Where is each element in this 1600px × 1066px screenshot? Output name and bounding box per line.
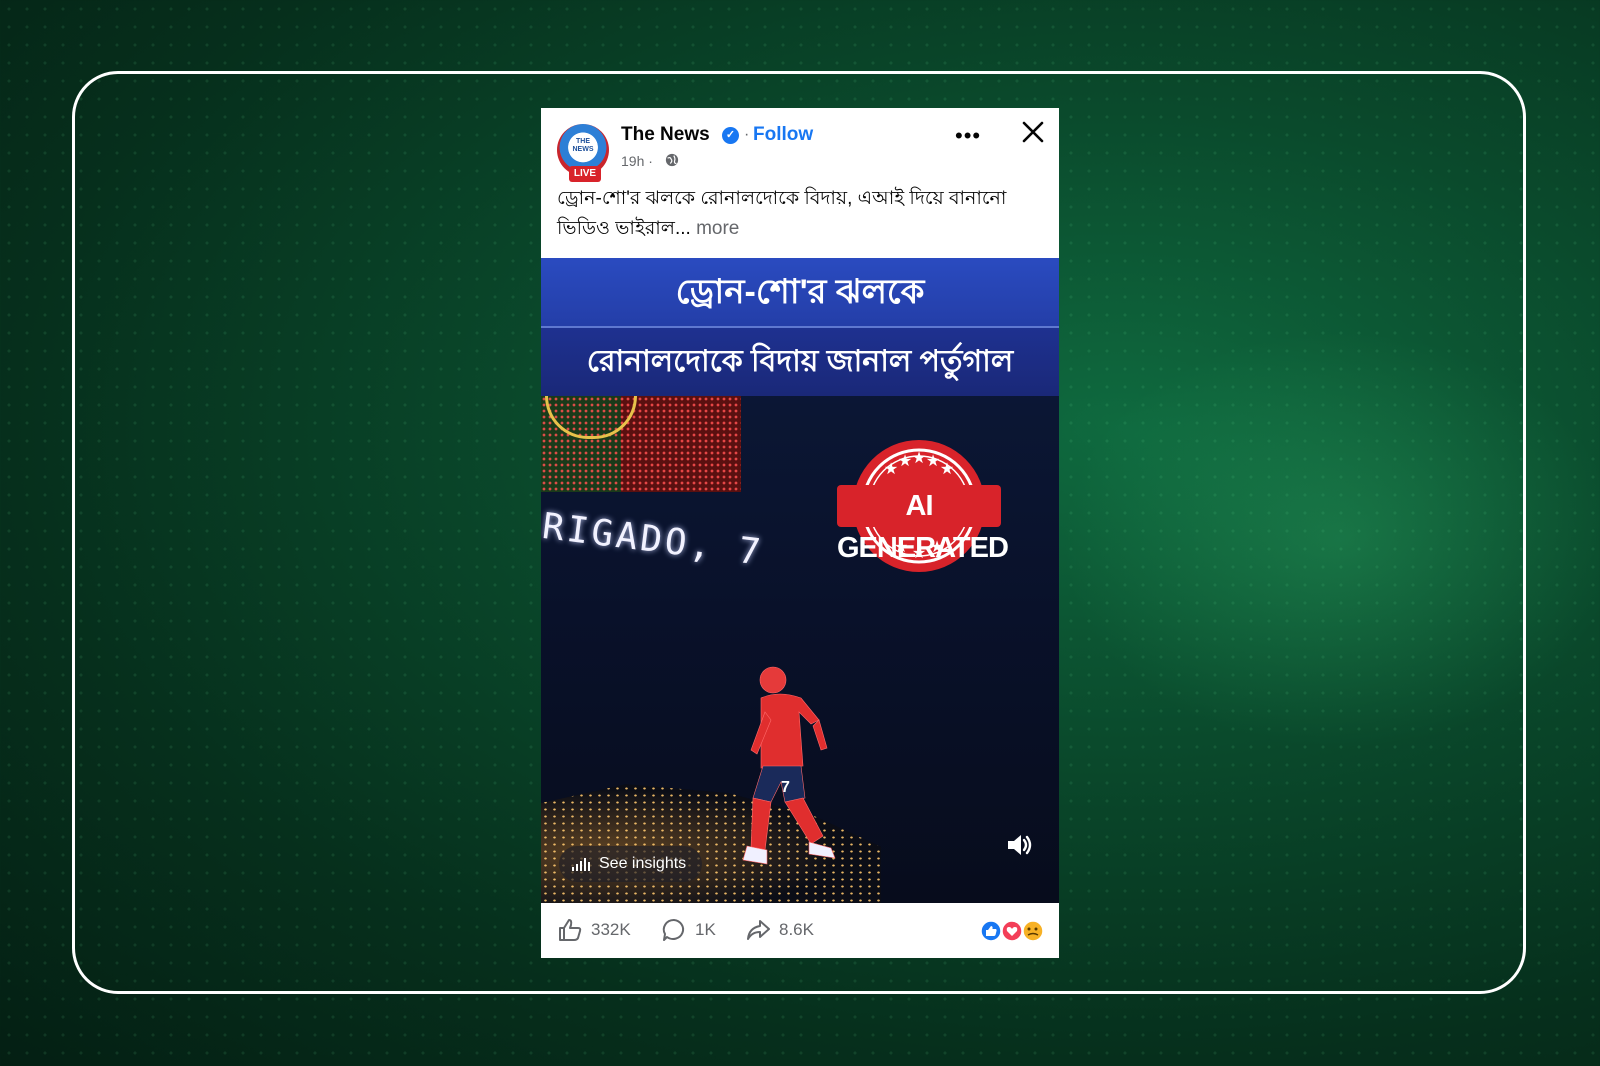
separator: ·	[744, 126, 750, 143]
svg-text:★: ★	[940, 459, 954, 478]
close-icon[interactable]	[1021, 120, 1045, 144]
reactions-icon[interactable]	[979, 920, 1045, 942]
avatar-logo-text: THE NEWS	[572, 138, 594, 153]
comment-icon	[662, 918, 685, 941]
svg-text:★: ★	[912, 448, 926, 467]
video-player[interactable]: ড্রোন-শো'র ঝলকে রোনালদোকে বিদায় জানাল প…	[541, 258, 1059, 903]
stamp-label: AI GENERATED	[837, 485, 1009, 564]
like-button[interactable]: 332K	[557, 917, 631, 943]
caption-text: ড্রোন-শো'র ঝলকে রোনালদোকে বিদায়, এআই দি…	[557, 188, 1007, 239]
share-count: 8.6K	[779, 920, 814, 939]
svg-text:★: ★	[926, 451, 940, 470]
svg-text:★: ★	[884, 459, 898, 478]
live-badge: LIVE	[569, 166, 601, 182]
drone-player-figure: 7	[742, 666, 836, 865]
like-icon	[559, 919, 582, 941]
globe-icon	[665, 153, 679, 167]
comment-count: 1K	[695, 920, 716, 939]
verified-icon: ✓	[722, 127, 739, 144]
video-title-line-1: ড্রোন-শো'র ঝলকে	[541, 258, 1059, 328]
svg-text:★: ★	[898, 451, 912, 470]
facebook-post: THE NEWS LIVE The News ✓ · Follow 19h · …	[541, 108, 1059, 958]
comment-button[interactable]: 1K	[661, 917, 716, 943]
share-icon	[747, 920, 770, 940]
post-header: THE NEWS LIVE The News ✓ · Follow 19h · …	[541, 108, 1059, 258]
like-count: 332K	[591, 920, 631, 939]
jersey-number: 7	[781, 779, 790, 796]
sound-icon[interactable]	[1005, 831, 1033, 859]
ai-generated-stamp: ★★★★★ ★★★ AI GENERATED	[837, 436, 1009, 576]
share-button[interactable]: 8.6K	[745, 917, 814, 943]
follow-button[interactable]: Follow	[753, 124, 813, 146]
video-title-line-2: রোনালদোকে বিদায় জানাল পর্তুগাল	[541, 328, 1059, 396]
post-footer: 332K 1K 8.6K	[541, 903, 1059, 958]
more-icon[interactable]: •••	[955, 125, 981, 147]
see-more-link[interactable]: more	[696, 218, 739, 239]
insights-icon	[572, 858, 590, 871]
drone-text: RIGADO, 7	[541, 506, 766, 574]
insights-label: See insights	[599, 855, 687, 872]
page-name[interactable]: The News	[621, 124, 710, 146]
post-caption: ড্রোন-শো'র ঝলকে রোনালদোকে বিদায়, এআই দি…	[557, 184, 1037, 244]
see-insights-button[interactable]: See insights	[559, 846, 703, 882]
post-time[interactable]: 19h ·	[621, 153, 653, 169]
